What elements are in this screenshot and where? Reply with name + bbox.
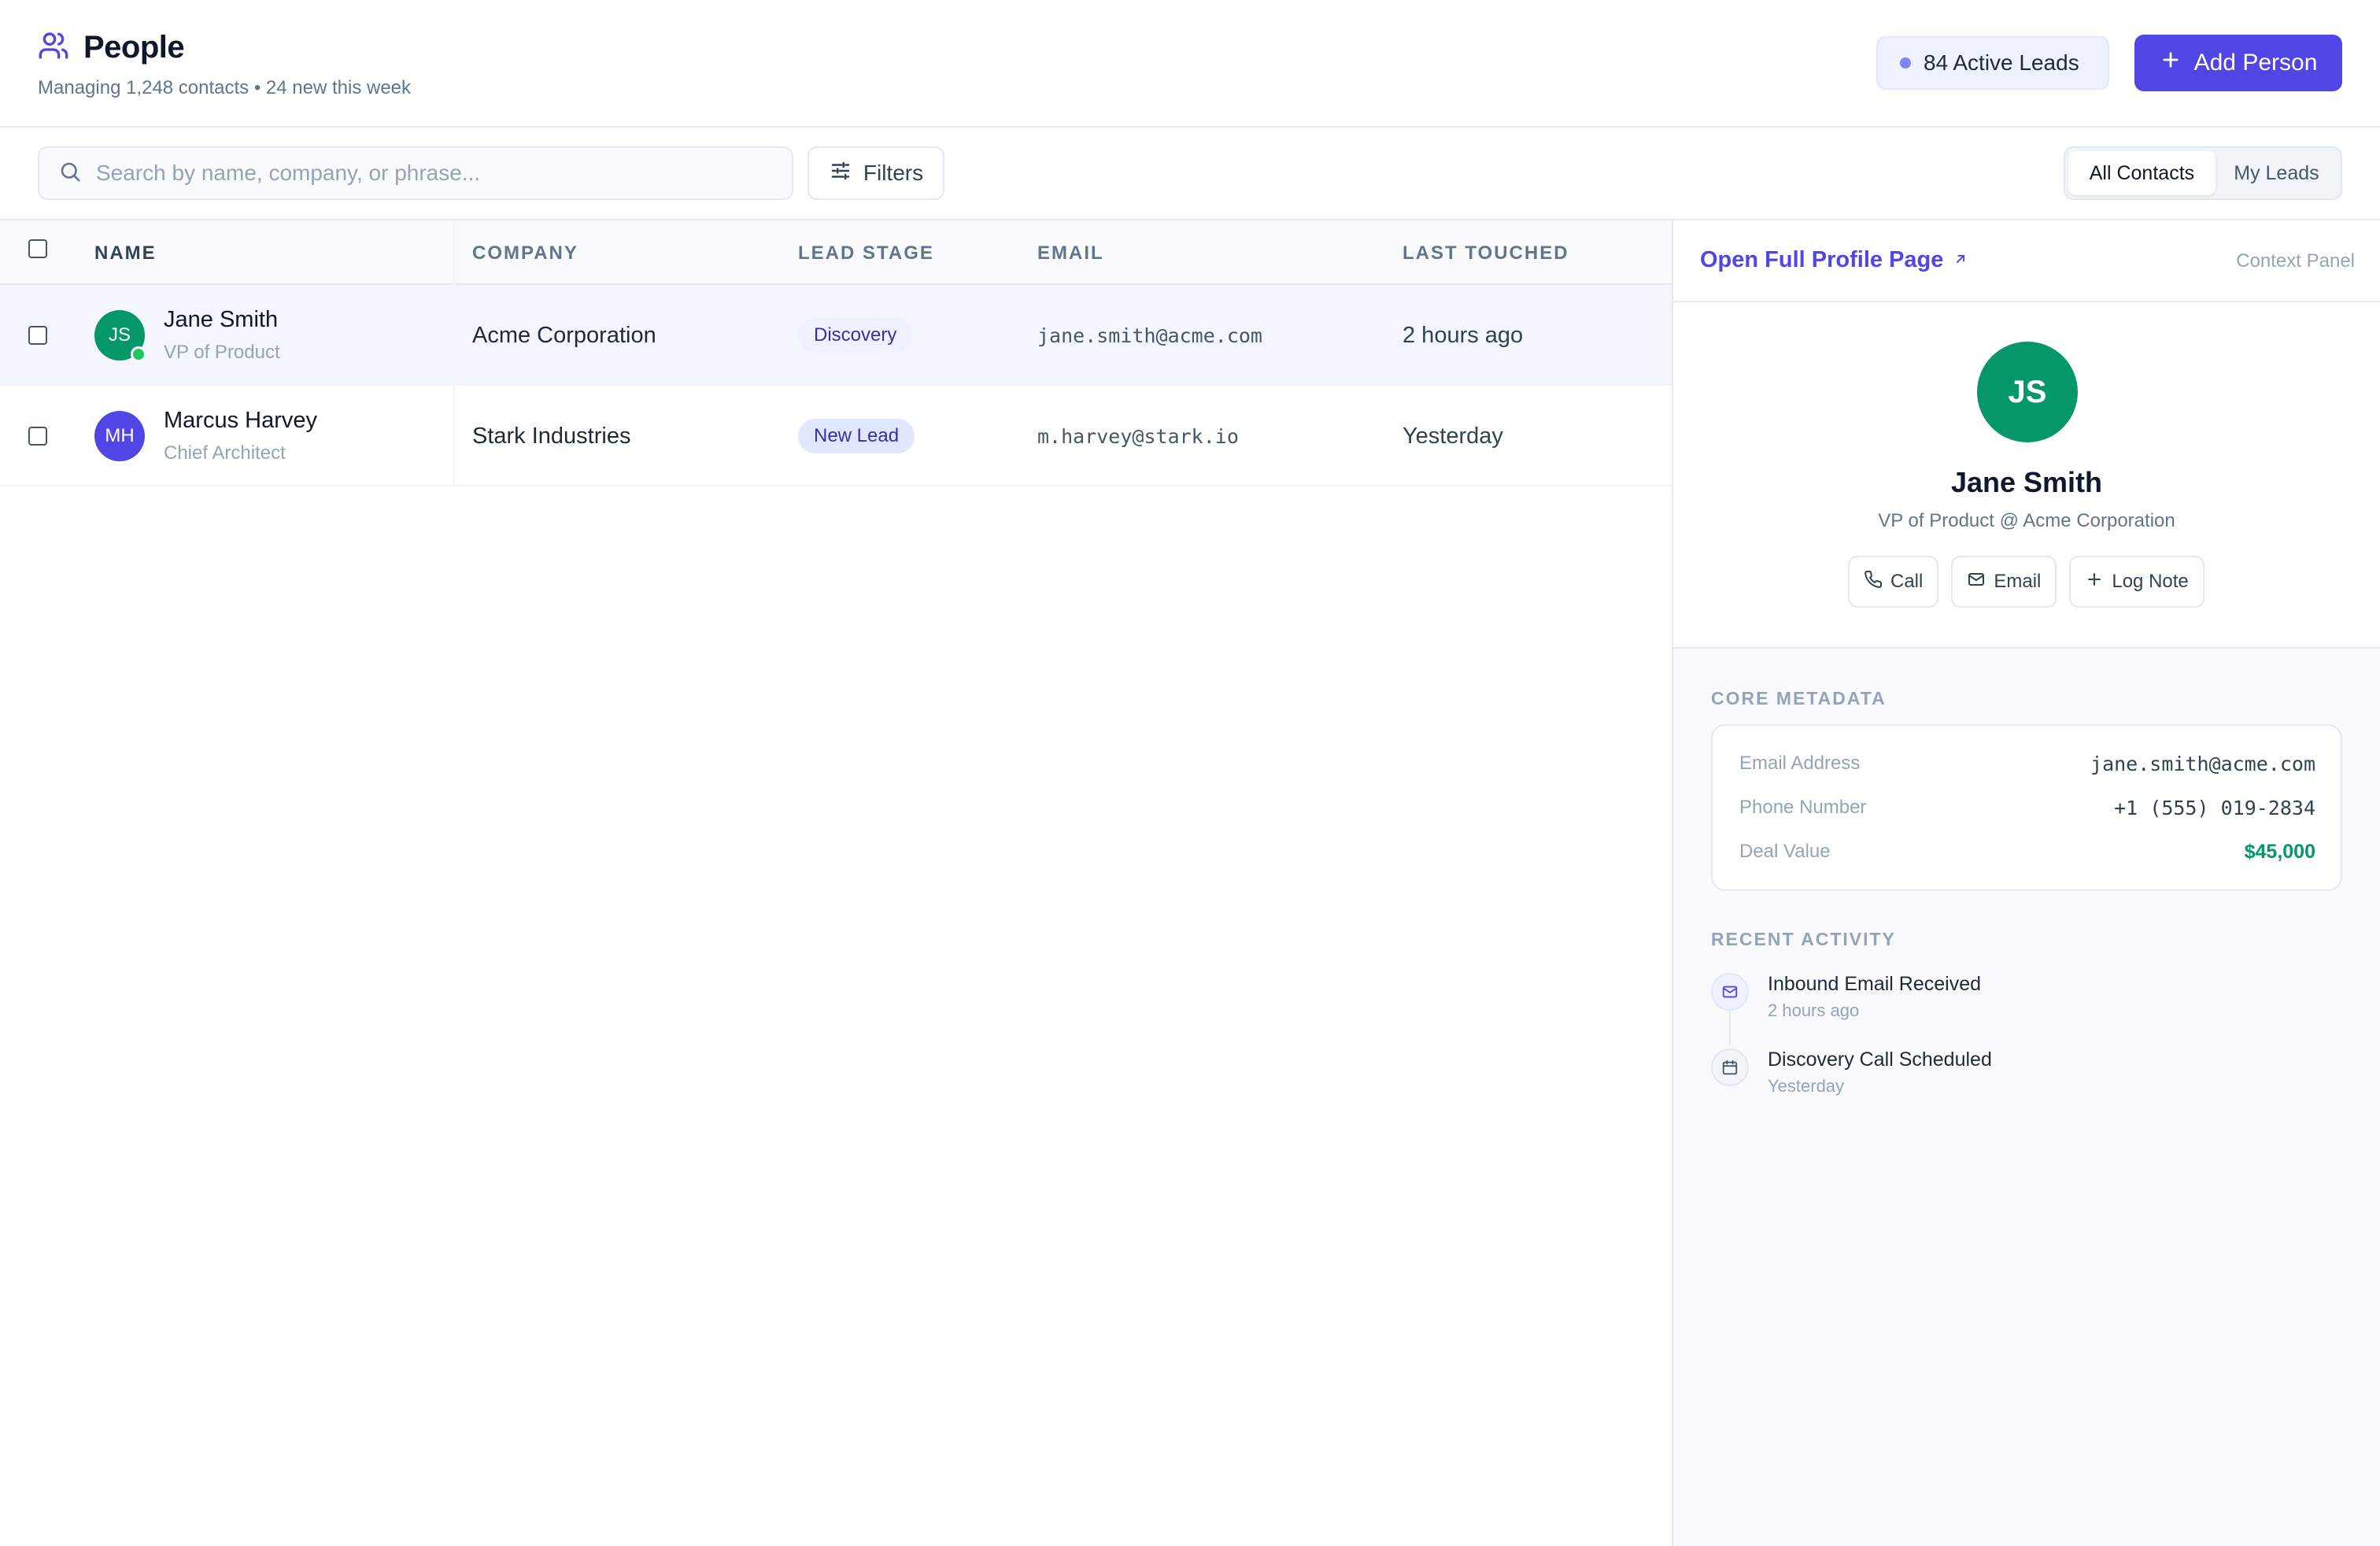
search-input[interactable] [96,161,773,186]
plus-icon [2085,570,2104,594]
metadata-label: Phone Number [1739,797,1867,818]
profile-actions: Call Email Log Note [1848,556,2204,608]
profile-avatar: JS [1977,342,2078,442]
external-arrow-icon [1953,247,1968,273]
context-panel-label: Context Panel [2236,250,2355,272]
stage-badge: Discovery [798,318,913,353]
search-box[interactable] [38,146,793,200]
phone-icon [1864,570,1883,594]
page-header: People Managing 1,248 contacts • 24 new … [0,0,2380,128]
core-metadata-card: Email Address jane.smith@acme.com Phone … [1711,724,2342,891]
table-row[interactable]: JS Jane Smith VP of Product Acme Corpora… [0,285,1672,386]
contacts-table: Name Company Lead Stage Email Last Touch… [0,220,1672,1546]
last-touched: 2 hours ago [1402,323,1524,348]
column-header-last-touched[interactable]: Last Touched [1402,242,1569,264]
add-person-button[interactable]: Add Person [2134,35,2342,91]
table-row[interactable]: MH Marcus Harvey Chief Architect Stark I… [0,386,1672,486]
core-metadata-title: Core Metadata [1711,688,1887,708]
last-touched: Yesterday [1402,423,1503,449]
metadata-value[interactable]: jane.smith@acme.com [2090,753,2315,775]
email-button[interactable]: Email [1951,556,2057,608]
contact-email[interactable]: jane.smith@acme.com [1037,324,1262,347]
open-profile-label: Open Full Profile Page [1700,247,1944,272]
plus-icon [2160,49,2182,77]
log-note-button[interactable]: Log Note [2069,556,2204,608]
filters-label: Filters [863,161,924,185]
avatar: MH [94,411,145,461]
contact-role: Chief Architect [164,442,286,464]
mail-icon [1711,973,1749,1011]
metadata-label: Deal Value [1739,841,1831,862]
contact-company: Acme Corporation [472,323,656,348]
active-leads-label: 84 Active Leads [1924,50,2079,75]
page-subtitle: Managing 1,248 contacts • 24 new this we… [38,77,412,98]
contact-name[interactable]: Jane Smith [164,307,278,333]
tab-all-contacts[interactable]: All Contacts [2068,151,2216,195]
call-button[interactable]: Call [1848,556,1939,608]
avatar: JS [94,310,146,362]
select-all-checkbox[interactable] [28,239,47,258]
tab-my-leads[interactable]: My Leads [2216,151,2338,195]
sliders-icon [829,159,852,188]
title-row: People [38,30,185,65]
mail-icon [1967,570,1986,594]
filters-button[interactable]: Filters [808,146,944,200]
table-header: Name Company Lead Stage Email Last Touch… [0,220,1672,285]
panel-header: Open Full Profile Page Context Panel [1673,220,2380,302]
contact-company: Stark Industries [472,423,631,449]
activity-item: Discovery Call Scheduled Yesterday [1711,1049,1992,1097]
status-dot-icon [1900,57,1911,68]
column-header-company[interactable]: Company [472,242,578,264]
row-checkbox[interactable] [28,326,47,345]
page-title: People [83,30,185,65]
column-header-name[interactable]: Name [94,242,157,264]
metadata-row-deal-value: Deal Value $45,000 [1739,836,2315,867]
contact-email[interactable]: m.harvey@stark.io [1037,425,1239,448]
activity-time: Yesterday [1768,1076,1845,1096]
activity-item: Inbound Email Received 2 hours ago [1711,973,1981,1021]
metadata-value[interactable]: +1 (555) 019-2834 [2114,797,2315,819]
column-header-email[interactable]: Email [1037,242,1104,264]
column-header-lead-stage[interactable]: Lead Stage [798,242,934,264]
profile-summary: JS Jane Smith VP of Product @ Acme Corpo… [1673,304,2380,649]
avatar-initials: JS [108,324,131,346]
profile-role: VP of Product @ Acme Corporation [1878,510,2175,531]
contact-role: VP of Product [164,342,280,363]
metadata-value: $45,000 [2244,840,2315,863]
context-panel: Open Full Profile Page Context Panel JS … [1672,220,2380,1546]
avatar-initials: MH [105,425,135,446]
open-profile-link[interactable]: Open Full Profile Page [1700,247,1968,273]
activity-title: Inbound Email Received [1768,973,1981,995]
active-leads-badge[interactable]: 84 Active Leads [1876,36,2109,90]
metadata-label: Email Address [1739,753,1861,774]
recent-activity-title: Recent Activity [1711,929,1896,949]
activity-title: Discovery Call Scheduled [1768,1049,1992,1071]
profile-name: Jane Smith [1950,466,2103,498]
stage-badge: New Lead [798,419,915,453]
calendar-icon [1711,1049,1749,1086]
metadata-row-email: Email Address jane.smith@acme.com [1739,748,2315,779]
metadata-row-phone: Phone Number +1 (555) 019-2834 [1739,792,2315,823]
online-status-icon [131,346,146,362]
row-checkbox[interactable] [28,427,47,446]
contact-name[interactable]: Marcus Harvey [164,408,317,434]
profile-avatar-initials: JS [2008,374,2047,409]
email-label: Email [1994,571,2042,592]
view-toggle: All Contacts My Leads [2064,146,2342,200]
call-label: Call [1890,571,1924,592]
log-note-label: Log Note [2112,571,2189,592]
toolbar: Filters All Contacts My Leads [0,129,2380,220]
people-icon [38,30,69,65]
search-icon [58,160,82,187]
add-person-label: Add Person [2193,50,2318,76]
activity-time: 2 hours ago [1768,1000,1860,1020]
